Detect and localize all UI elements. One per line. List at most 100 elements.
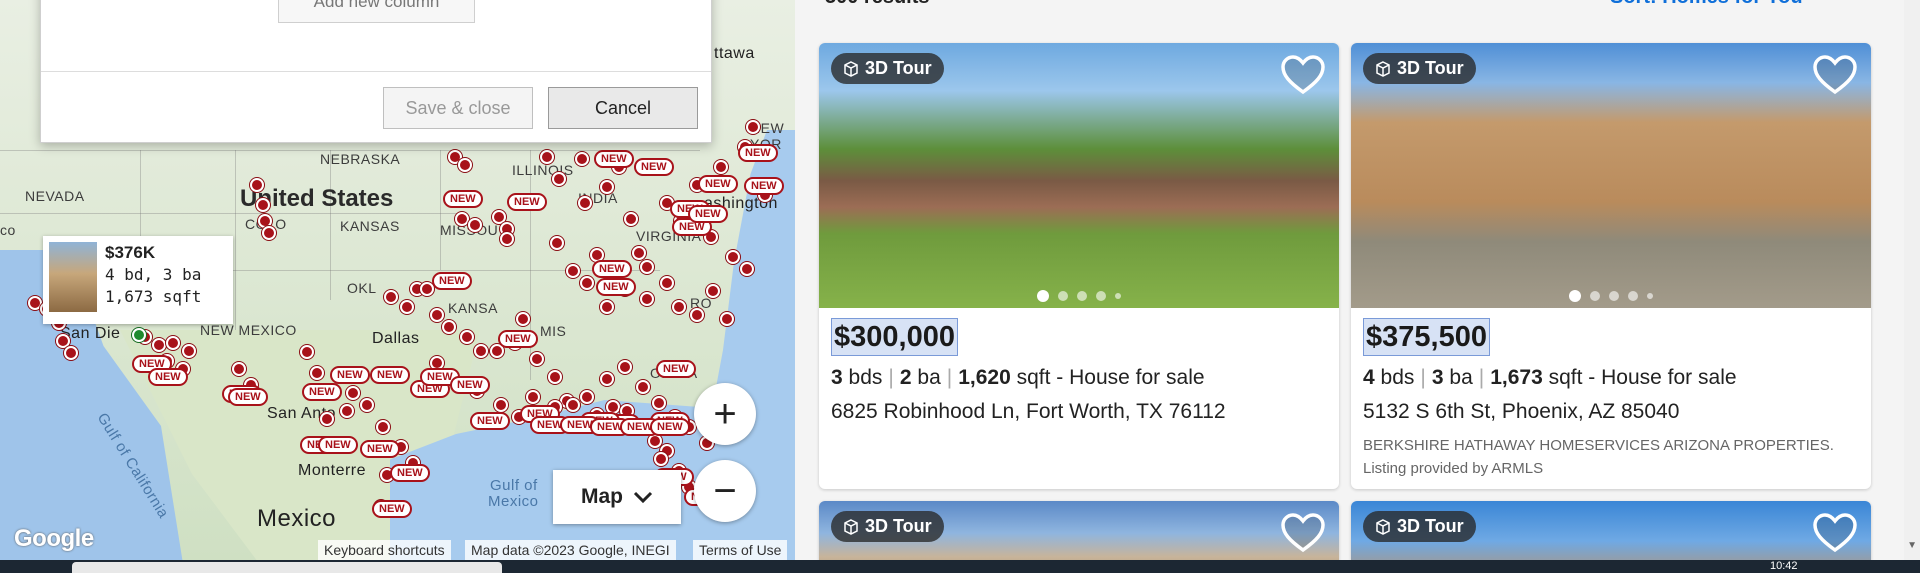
listing-photo[interactable]: 3D Tour <box>1351 43 1871 308</box>
listing-map-pin[interactable] <box>548 370 562 384</box>
listing-map-pin[interactable] <box>530 352 544 366</box>
new-listing-badge[interactable]: NEW <box>318 436 358 454</box>
photo-carousel-dots[interactable] <box>1037 290 1121 302</box>
listing-map-pin[interactable] <box>360 398 374 412</box>
listing-map-pin[interactable] <box>256 198 270 212</box>
listing-map-pin[interactable] <box>526 390 540 404</box>
listing-map-pin[interactable] <box>706 284 720 298</box>
listing-map-pin[interactable] <box>442 320 456 334</box>
scroll-down-arrow-icon[interactable]: ▼ <box>1907 540 1917 551</box>
listing-map-pin[interactable] <box>262 226 276 240</box>
listing-photo[interactable]: 3D Tour <box>819 43 1339 308</box>
keyboard-shortcuts-link[interactable]: Keyboard shortcuts <box>318 540 451 560</box>
listing-map-pin[interactable] <box>566 398 580 412</box>
listing-map-pin[interactable] <box>566 264 580 278</box>
listing-map-pin[interactable] <box>474 344 488 358</box>
listing-map-pin[interactable] <box>550 236 564 250</box>
listing-map-pin[interactable] <box>430 308 444 322</box>
new-listing-badge[interactable]: NEW <box>432 272 472 290</box>
listing-card[interactable]: 3D Tour $375,500 4 bds | 3 ba | 1,673 sqft -… <box>1351 43 1871 489</box>
new-listing-badge[interactable]: NEW <box>148 368 188 386</box>
heart-outline-icon[interactable] <box>1811 509 1859 557</box>
listing-map-pin[interactable] <box>455 212 469 226</box>
listing-map-pin[interactable] <box>575 152 589 166</box>
listing-map-pin[interactable] <box>400 300 414 314</box>
listing-map-pin[interactable] <box>320 412 334 426</box>
new-listing-badge[interactable]: NEW <box>656 360 696 378</box>
listing-photo[interactable]: 3D Tour <box>819 501 1339 560</box>
heart-outline-icon[interactable] <box>1279 509 1327 557</box>
new-listing-badge[interactable]: NEW <box>634 158 674 176</box>
listing-map-pin[interactable] <box>500 232 514 246</box>
add-new-column-button[interactable]: Add new column <box>278 0 475 23</box>
listing-card[interactable]: 3D Tour <box>1351 501 1871 560</box>
listing-map-pin[interactable] <box>300 345 314 359</box>
listing-map-pin[interactable] <box>660 276 674 290</box>
new-listing-badge[interactable]: NEW <box>450 376 490 394</box>
new-listing-badge[interactable]: NEW <box>443 190 483 208</box>
listing-map-pin[interactable] <box>182 344 196 358</box>
selected-listing-map-pin[interactable] <box>132 328 146 342</box>
listing-map-pin[interactable] <box>726 250 740 264</box>
listing-map-pin[interactable] <box>600 180 614 194</box>
listing-map-pin[interactable] <box>746 120 760 134</box>
listing-map-pin[interactable] <box>672 300 686 314</box>
listing-map-pin[interactable] <box>648 434 662 448</box>
listing-map-pin[interactable] <box>552 172 566 186</box>
listing-map-pin[interactable] <box>516 312 530 326</box>
new-listing-badge[interactable]: NEW <box>370 366 410 384</box>
new-listing-badge[interactable]: NEW <box>738 144 778 162</box>
new-listing-badge[interactable]: NEW <box>744 177 784 195</box>
scrollbar[interactable] <box>1904 0 1920 560</box>
listing-map-pin[interactable] <box>250 178 264 192</box>
listing-map-pin[interactable] <box>580 390 594 404</box>
new-listing-badge[interactable]: NEW <box>470 412 510 430</box>
map-type-dropdown[interactable]: Map <box>553 470 681 524</box>
listing-map-pin[interactable] <box>618 360 632 374</box>
taskbar-search[interactable] <box>72 562 502 573</box>
new-listing-badge[interactable]: NEW <box>507 193 547 211</box>
listing-map-pin[interactable] <box>468 218 482 232</box>
zoom-out-button[interactable]: − <box>694 460 756 522</box>
listing-map-pin[interactable] <box>654 452 668 466</box>
listing-map-pin[interactable] <box>152 338 166 352</box>
save-close-button[interactable]: Save & close <box>383 87 533 129</box>
listing-map-pin[interactable] <box>740 262 754 276</box>
listing-map-pin[interactable] <box>636 380 650 394</box>
heart-outline-icon[interactable] <box>1811 51 1859 99</box>
listing-map-pin[interactable] <box>232 362 246 376</box>
new-listing-badge[interactable]: NEW <box>390 464 430 482</box>
new-listing-badge[interactable]: NEW <box>302 383 342 401</box>
new-listing-badge[interactable]: NEW <box>596 278 636 296</box>
listing-map-pin[interactable] <box>578 196 592 210</box>
new-listing-badge[interactable]: NEW <box>360 440 400 458</box>
listing-map-pin[interactable] <box>346 386 360 400</box>
listing-map-pin[interactable] <box>166 336 180 350</box>
heart-outline-icon[interactable] <box>1279 51 1327 99</box>
listing-map-pin[interactable] <box>460 330 474 344</box>
new-listing-badge[interactable]: NEW <box>594 150 634 168</box>
listing-map-pin[interactable] <box>540 150 554 164</box>
cancel-button[interactable]: Cancel <box>548 87 698 129</box>
new-listing-badge[interactable]: NEW <box>592 260 632 278</box>
terms-of-use-link[interactable]: Terms of Use <box>693 540 788 560</box>
sort-dropdown[interactable]: Sort: Homes for You <box>1610 0 1803 9</box>
listing-map-pin[interactable] <box>652 396 666 410</box>
listing-map-pin[interactable] <box>580 276 594 290</box>
new-listing-badge[interactable]: NEW <box>372 500 412 518</box>
listing-photo[interactable]: 3D Tour <box>1351 501 1871 560</box>
map-listing-preview[interactable]: $376K 4 bd, 3 ba 1,673 sqft <box>43 236 233 324</box>
listing-map-pin[interactable] <box>494 398 508 412</box>
new-listing-badge[interactable]: NEW <box>330 366 370 384</box>
new-listing-badge[interactable]: NEW <box>498 330 538 348</box>
listing-map-pin[interactable] <box>690 308 704 322</box>
listing-map-pin[interactable] <box>600 372 614 386</box>
listing-map-pin[interactable] <box>310 366 324 380</box>
listing-map-pin[interactable] <box>376 420 390 434</box>
listing-map-pin[interactable] <box>714 160 728 174</box>
new-listing-badge[interactable]: NEW <box>698 175 738 193</box>
listing-map-pin[interactable] <box>624 212 638 226</box>
new-listing-badge[interactable]: NEW <box>650 418 690 436</box>
listing-map-pin[interactable] <box>340 404 354 418</box>
listing-card[interactable]: 3D Tour $300,000 3 bds | 2 ba | 1,620 sqft -… <box>819 43 1339 489</box>
